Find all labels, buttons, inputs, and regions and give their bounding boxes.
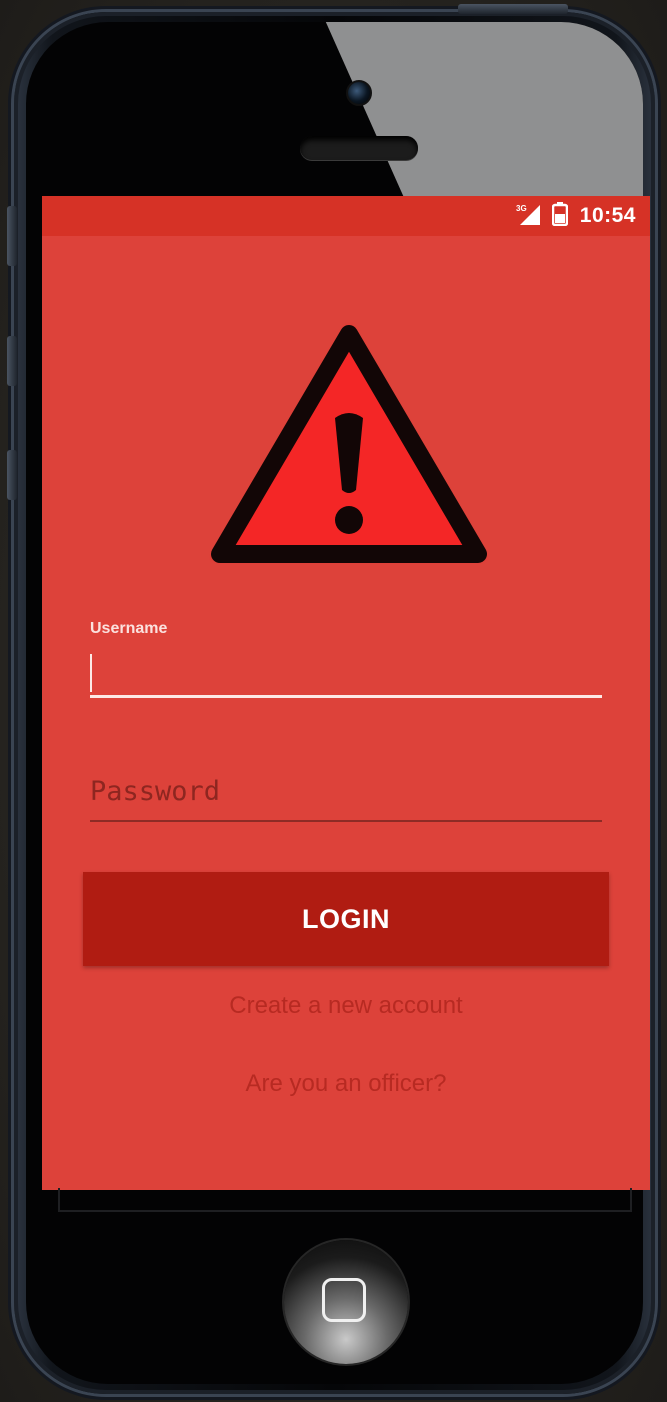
svg-text:3G: 3G: [516, 204, 527, 213]
signal-icon: 3G: [516, 203, 540, 230]
create-account-link[interactable]: Create a new account: [42, 992, 650, 1020]
password-placeholder: Password: [90, 776, 221, 807]
front-camera: [346, 80, 372, 106]
power-button: [458, 4, 568, 14]
earpiece-speaker: [300, 136, 418, 160]
login-button-label: LOGIN: [302, 903, 390, 934]
mute-switch: [7, 206, 17, 266]
volume-up-button: [7, 336, 17, 386]
officer-link[interactable]: Are you an officer?: [42, 1070, 650, 1098]
username-label: Username: [90, 620, 168, 637]
status-time: 10:54: [579, 204, 636, 227]
volume-down-button: [7, 450, 17, 500]
status-icons: 3G 10:54: [516, 201, 636, 231]
background: 3G 10:54 Username Password LOGIN Create …: [0, 0, 667, 1402]
password-input[interactable]: Password: [90, 770, 602, 822]
app-screen: 3G 10:54 Username Password LOGIN Create …: [42, 196, 650, 1190]
text-cursor: [90, 654, 92, 692]
home-square-icon: [322, 1278, 366, 1322]
screen-lower-rim: [58, 1188, 632, 1212]
warning-icon: [204, 314, 494, 576]
battery-icon: [551, 201, 569, 231]
home-button[interactable]: [284, 1240, 408, 1364]
username-input[interactable]: [90, 646, 602, 698]
login-button[interactable]: LOGIN: [83, 872, 609, 966]
status-bar: 3G 10:54: [42, 196, 650, 236]
screen-glare: [308, 22, 643, 222]
